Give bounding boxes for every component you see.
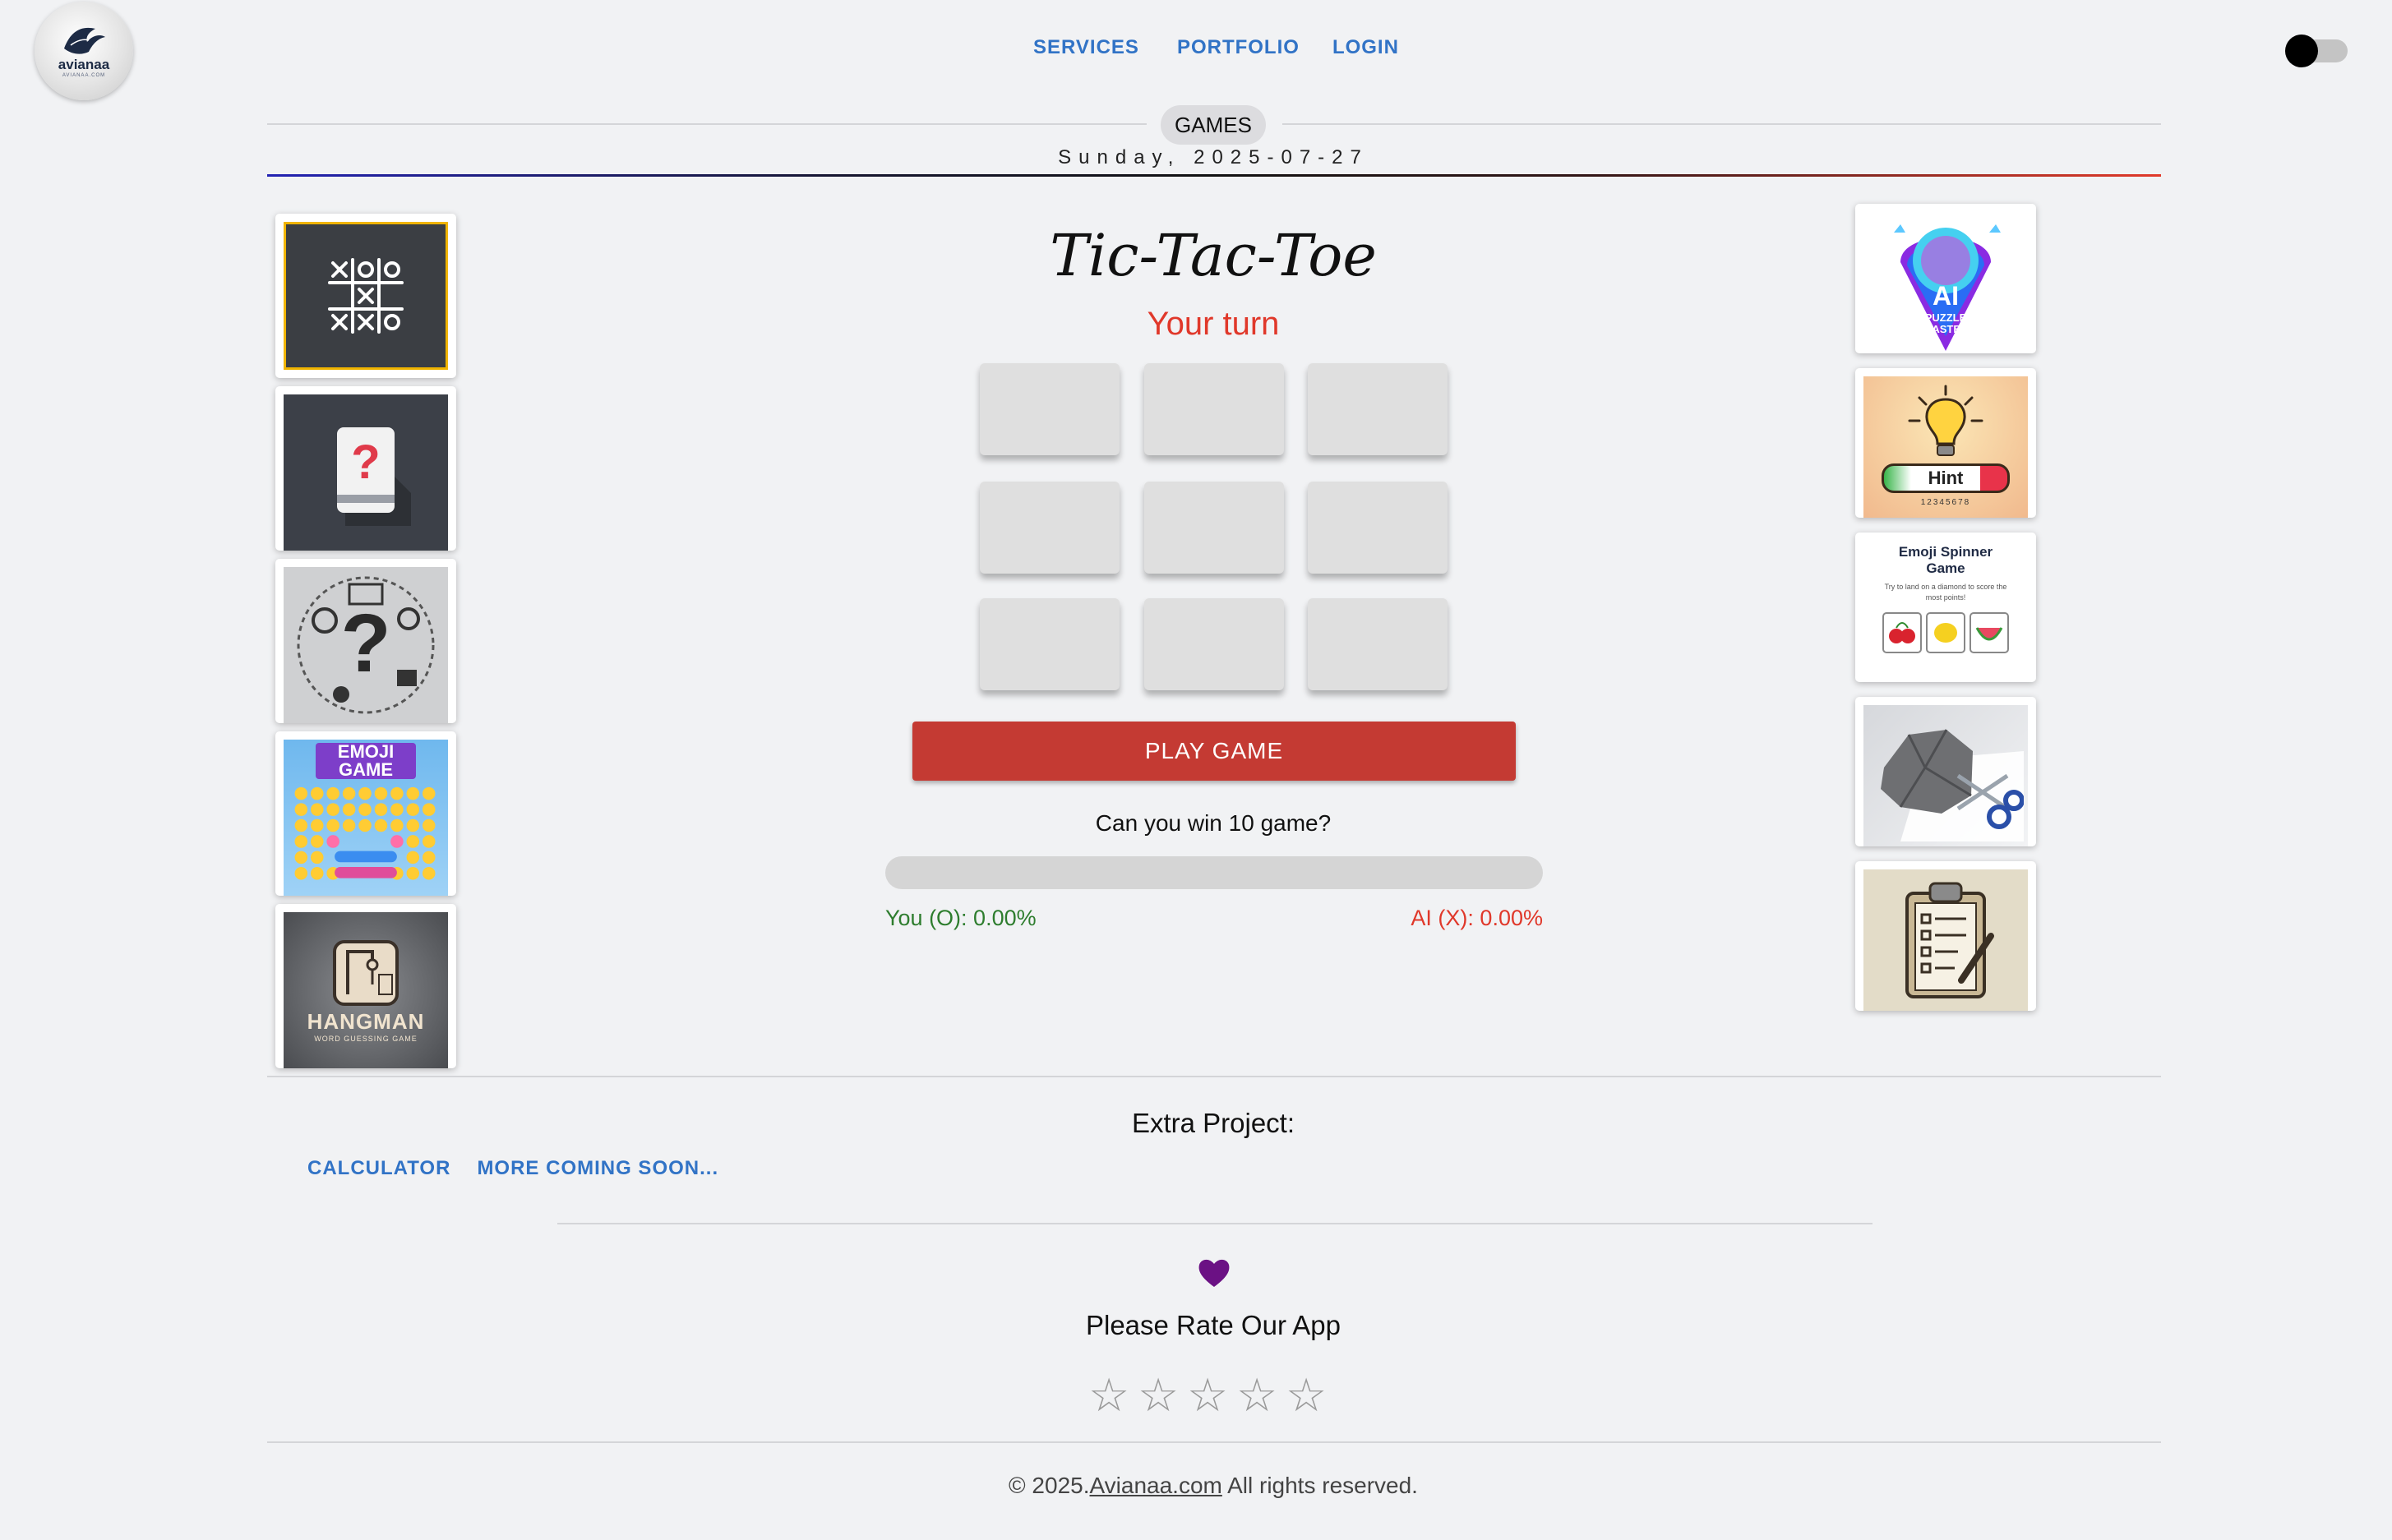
hangman-thumb-title: HANGMAN xyxy=(307,1008,425,1034)
footer-rights: All rights reserved. xyxy=(1221,1473,1418,1498)
divider-right xyxy=(1282,123,2161,125)
spinner-thumb-title: Emoji Spinner Game xyxy=(1898,544,1993,576)
rating-star-2-icon[interactable]: ☆ xyxy=(1138,1372,1179,1418)
emoji-game-thumbnail-icon: EMOJI GAME xyxy=(284,740,448,896)
challenge-question: Can you win 10 game? xyxy=(1095,810,1332,836)
top-nav: SERVICES PORTFOLIO LOGIN xyxy=(1033,36,1399,66)
divider-left xyxy=(267,123,1147,125)
ai-puzzle-master-thumbnail-icon: AI PUZZLE MASTER xyxy=(1863,212,2028,353)
nav-portfolio[interactable]: PORTFOLIO xyxy=(1177,36,1300,66)
nav-login[interactable]: LOGIN xyxy=(1332,36,1399,66)
star-rating: ☆ ☆ ☆ ☆ ☆ xyxy=(1088,1372,1327,1418)
footer-divider xyxy=(267,1441,2161,1443)
board-cell-5[interactable] xyxy=(1144,482,1284,574)
checklist-clipboard-thumbnail-icon xyxy=(1863,869,2028,1011)
footer-site-link[interactable]: Avianaa.com xyxy=(1090,1473,1222,1498)
trivia-question-thumbnail-icon: ? xyxy=(284,567,448,723)
ai-score: AI (X): 0.00% xyxy=(1411,906,1543,930)
rating-divider xyxy=(557,1223,1873,1224)
game-thumb-rock-paper-scissors[interactable] xyxy=(1855,697,2036,846)
hint-lightbulb-thumbnail-icon: Hint 12345678 xyxy=(1863,376,2028,518)
board-cell-8[interactable] xyxy=(1144,598,1284,690)
rock-paper-scissors-thumbnail-icon xyxy=(1863,705,2028,846)
rating-star-3-icon[interactable]: ☆ xyxy=(1187,1372,1228,1418)
rating-star-4-icon[interactable]: ☆ xyxy=(1236,1372,1277,1418)
site-logo[interactable]: avianaa AVIANAA.COM xyxy=(35,2,133,100)
logo-text: avianaa xyxy=(58,57,110,72)
extra-project-title: Extra Project: xyxy=(1131,1108,1295,1138)
game-thumb-checklist[interactable] xyxy=(1855,861,2036,1011)
board-cell-2[interactable] xyxy=(1144,363,1284,455)
footer-copyright: © 2025. xyxy=(1009,1473,1090,1498)
hangman-thumb-subtitle: WORD GUESSING GAME xyxy=(314,1034,418,1043)
nav-services[interactable]: SERVICES xyxy=(1033,36,1139,66)
emoji-game-thumb-title: EMOJI GAME xyxy=(316,743,416,779)
game-title: Tic-Tac-Toe xyxy=(1050,222,1377,289)
game-thumb-tic-tac-toe[interactable] xyxy=(275,214,456,378)
section-label: GAMES xyxy=(1161,105,1266,145)
heart-icon xyxy=(1198,1259,1230,1287)
board-cell-1[interactable] xyxy=(980,363,1120,455)
game-thumb-emoji-spinner[interactable]: Emoji Spinner Game Try to land on a diam… xyxy=(1855,533,2036,682)
current-date: Sunday, 2025-07-27 xyxy=(1058,146,1369,168)
extra-project-links: CALCULATOR MORE COMING SOON... xyxy=(307,1157,718,1180)
board-cell-4[interactable] xyxy=(980,482,1120,574)
hangman-thumbnail-icon: HANGMAN WORD GUESSING GAME xyxy=(284,912,448,1068)
game-thumb-hint[interactable]: Hint 12345678 xyxy=(1855,368,2036,518)
game-thumb-hangman[interactable]: HANGMAN WORD GUESSING GAME xyxy=(275,904,456,1068)
play-game-button[interactable]: PLAY GAME xyxy=(912,722,1516,781)
hint-thumb-label: Hint xyxy=(1928,468,1964,488)
board-cell-9[interactable] xyxy=(1308,598,1448,690)
board-cell-3[interactable] xyxy=(1308,363,1448,455)
hint-thumb-subtitle: 12345678 xyxy=(1920,498,1971,507)
gradient-divider xyxy=(267,174,2161,177)
link-more-coming-soon[interactable]: MORE COMING SOON... xyxy=(477,1157,718,1180)
hint-thumb-pill: Hint xyxy=(1882,463,2010,493)
game-thumb-emoji[interactable]: EMOJI GAME xyxy=(275,731,456,896)
score-progress-bar xyxy=(885,856,1543,889)
board-cell-6[interactable] xyxy=(1308,482,1448,574)
svg-text:?: ? xyxy=(340,597,390,689)
tic-tac-toe-thumbnail-icon xyxy=(284,222,448,370)
logo-subtext: AVIANAA.COM xyxy=(62,73,106,78)
emoji-spinner-thumbnail-icon: Emoji Spinner Game Try to land on a diam… xyxy=(1863,541,2028,682)
turn-status: Your turn xyxy=(1147,306,1280,342)
spinner-thumb-subtitle: Try to land on a diamond to score the mo… xyxy=(1884,583,2007,602)
svg-text:?: ? xyxy=(351,436,380,489)
game-thumb-trivia[interactable]: ? xyxy=(275,559,456,723)
theme-toggle-knob[interactable] xyxy=(2285,35,2318,67)
ai-thumb-title: AI xyxy=(1933,281,1959,311)
ai-thumb-subtitle: PUZZLE MASTER xyxy=(1923,311,1969,335)
player-score: You (O): 0.00% xyxy=(885,906,1037,930)
rate-prompt: Please Rate Our App xyxy=(1085,1310,1341,1340)
link-calculator[interactable]: CALCULATOR xyxy=(307,1157,450,1180)
board-cell-7[interactable] xyxy=(980,598,1120,690)
game-thumb-ai-puzzle[interactable]: AI PUZZLE MASTER xyxy=(1855,204,2036,353)
bird-logo-icon xyxy=(64,27,105,54)
footer: © 2025.Avianaa.com All rights reserved. xyxy=(822,1473,1605,1499)
quiz-card-thumbnail-icon: ? xyxy=(284,394,448,551)
section-divider xyxy=(267,1076,2161,1077)
rating-star-1-icon[interactable]: ☆ xyxy=(1088,1372,1129,1418)
game-thumb-quiz[interactable]: ? xyxy=(275,386,456,551)
rating-star-5-icon[interactable]: ☆ xyxy=(1286,1372,1327,1418)
